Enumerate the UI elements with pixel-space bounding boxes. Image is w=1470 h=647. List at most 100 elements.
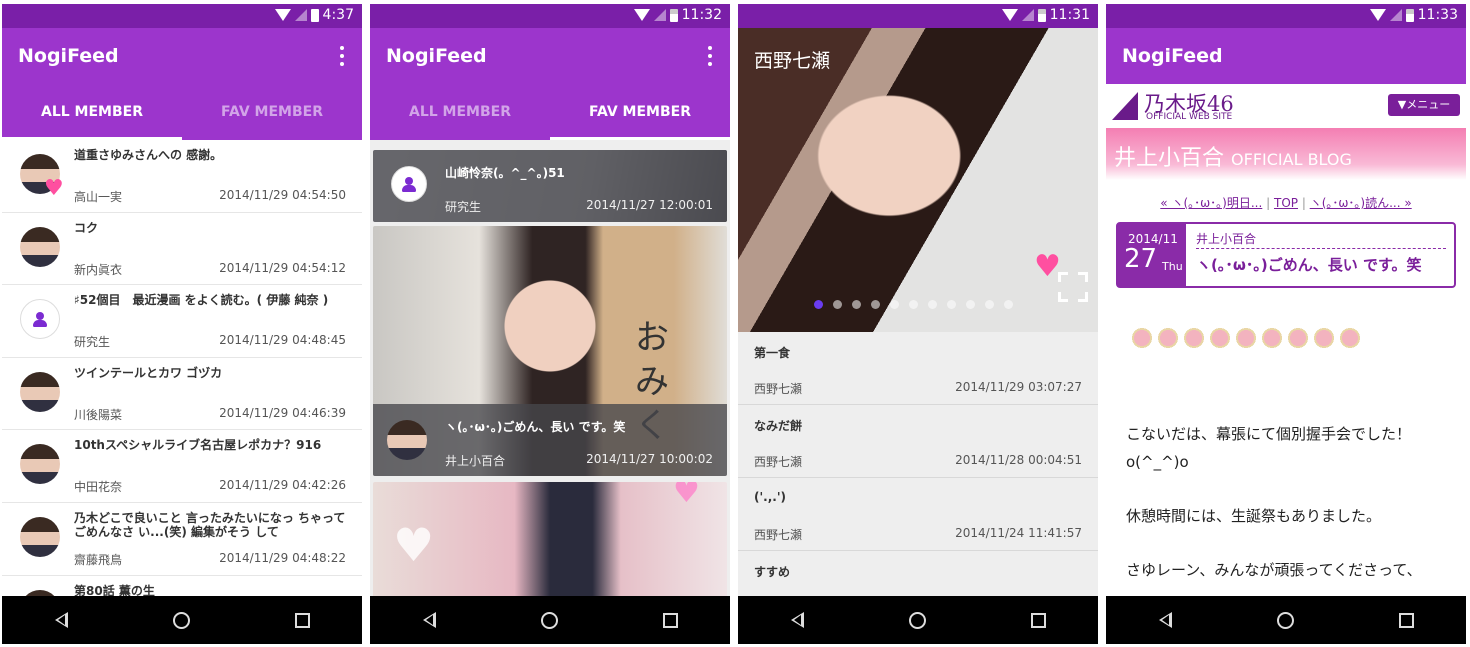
member-photo-pager[interactable]: 西野七瀬 ♥ <box>738 28 1098 332</box>
flower-decoration-image <box>1130 320 1360 356</box>
system-nav-bar <box>2 596 362 644</box>
list-item[interactable]: ('.,.') 西野七瀬 2014/11/24 11:41:57 <box>738 478 1098 551</box>
list-item[interactable]: 乃木どこで良いこと 言ったみたいになっ ちゃって ごめんなさ い...(笑) 編… <box>2 503 362 576</box>
signal-icon <box>294 9 307 21</box>
back-icon[interactable] <box>1158 612 1172 628</box>
member-name: 西野七瀬 <box>754 50 831 72</box>
status-time: 11:33 <box>1417 7 1458 23</box>
avatar <box>20 226 60 267</box>
item-date: 2014/11/29 04:42:26 <box>219 478 346 493</box>
home-icon[interactable] <box>908 611 926 629</box>
site-menu-button[interactable]: ▼メニュー <box>1388 94 1460 116</box>
list-item[interactable]: ツインテールとカワ ゴヅカ 川後陽菜 2014/11/29 04:46:39 <box>2 358 362 431</box>
page-dot[interactable] <box>890 300 899 309</box>
back-icon[interactable] <box>54 612 68 628</box>
person-icon <box>402 177 416 192</box>
overflow-menu-icon[interactable] <box>340 46 344 66</box>
item-title: ('.,.') <box>754 490 786 504</box>
system-nav-bar <box>370 596 730 644</box>
item-title: 第一食 <box>754 346 791 360</box>
page-dot[interactable] <box>947 300 956 309</box>
recents-icon[interactable] <box>1398 612 1414 628</box>
page-dot[interactable] <box>833 300 842 309</box>
item-title: コク <box>74 220 99 235</box>
page-dot[interactable] <box>985 300 994 309</box>
recents-icon[interactable] <box>1030 612 1046 628</box>
recents-icon[interactable] <box>294 612 310 628</box>
item-title: 乃木どこで良いこと 言ったみたいになっ ちゃって ごめんなさ い...(笑) 編… <box>74 510 346 539</box>
tab-all-member[interactable]: ALL MEMBER <box>2 84 182 140</box>
heart-decoration-icon: ♥ <box>673 482 700 510</box>
feed-card[interactable]: 山崎怜奈(。^_^。)51 研究生 2014/11/27 12:00:01 <box>373 150 727 222</box>
top-link[interactable]: TOP <box>1274 196 1298 210</box>
page-dot[interactable] <box>928 300 937 309</box>
wifi-icon <box>274 9 291 21</box>
overflow-menu-icon[interactable] <box>708 46 712 66</box>
fullscreen-icon[interactable] <box>1058 272 1088 302</box>
person-icon <box>33 312 47 328</box>
tab-all-member[interactable]: ALL MEMBER <box>370 84 550 140</box>
page-dot[interactable] <box>1004 300 1013 309</box>
feed-card[interactable]: おみく ヽ(｡･ω･｡)ごめん、長い です。笑 井上小百合 2014/11/27… <box>373 226 727 476</box>
item-date: 2014/11/29 04:48:22 <box>219 550 346 565</box>
next-post-link[interactable]: ヽ(｡･ω･｡)読ん... » <box>1310 196 1412 210</box>
item-title: ツインテールとカワ ゴヅカ <box>74 365 223 380</box>
list-item[interactable]: 10thスペシャルライブ名古屋レポカナ？916 中田花奈 2014/11/29 … <box>2 430 362 503</box>
post-author[interactable]: 井上小百合 <box>1196 230 1256 247</box>
post-text: こないだは、幕張にて個別握手会でした！ <box>1126 425 1412 443</box>
post-title: ヽ(｡･ω･｡)ごめん、長い です。笑 <box>1196 256 1422 274</box>
item-author: 川後陽菜 <box>74 407 123 422</box>
status-bar: 11:32 <box>370 4 730 28</box>
list-item[interactable]: コク 新内眞衣 2014/11/29 04:54:12 <box>2 213 362 286</box>
screen-blog-webview: 11:33 NogiFeed 乃木坂46 OFFICIAL WEB SITE ▼… <box>1106 4 1466 644</box>
blog-suffix: OFFICIAL BLOG <box>1231 150 1352 169</box>
page-dot[interactable] <box>814 300 823 309</box>
card-title: ヽ(｡･ω･｡)ごめん、長い です。笑 <box>445 420 626 434</box>
list-item[interactable]: なみだ餅 西野七瀬 2014/11/28 00:04:51 <box>738 405 1098 478</box>
signal-icon <box>1389 9 1402 21</box>
tab-fav-member[interactable]: FAV MEMBER <box>550 84 730 140</box>
system-nav-bar <box>1106 596 1466 644</box>
blog-owner: 井上小百合 <box>1114 146 1225 171</box>
page-dot[interactable] <box>909 300 918 309</box>
feed-card[interactable]: ♥ ♥ <box>373 482 727 596</box>
favorite-heart-icon[interactable]: ♥ <box>1034 252 1061 282</box>
tab-fav-member[interactable]: FAV MEMBER <box>182 84 362 140</box>
list-item[interactable]: 第一食 西野七瀬 2014/11/29 03:07:27 <box>738 332 1098 405</box>
item-title: すすめ <box>754 565 791 579</box>
app-title: NogiFeed <box>386 45 487 67</box>
home-icon[interactable] <box>172 611 190 629</box>
prev-post-link[interactable]: « ヽ(｡･ω･｡)明日... <box>1160 196 1262 210</box>
card-list: 山崎怜奈(。^_^。)51 研究生 2014/11/27 12:00:01 おみ… <box>370 140 730 596</box>
post-body: こないだは、幕張にて個別握手会でした！ o(^_^)o 休憩時間には、生誕祭もあり… <box>1126 420 1456 596</box>
card-date: 2014/11/27 12:00:01 <box>586 198 713 212</box>
back-icon[interactable] <box>790 612 804 628</box>
item-date: 2014/11/29 04:54:50 <box>219 188 346 202</box>
page-dot[interactable] <box>871 300 880 309</box>
back-icon[interactable] <box>422 612 436 628</box>
status-bar: 4:37 <box>2 4 362 28</box>
item-author: 西野七瀬 <box>754 528 803 542</box>
post-paragraph: こないだは、幕張にて個別握手会でした！ o(^_^)o <box>1126 420 1456 476</box>
blog-webview[interactable]: 乃木坂46 OFFICIAL WEB SITE ▼メニュー 井上小百合 OFFI… <box>1106 84 1466 596</box>
screen-all-member: 4:37 NogiFeed ALL MEMBER FAV MEMBER ♥ 道重… <box>2 4 362 644</box>
status-time: 4:37 <box>322 7 354 23</box>
item-title: 道重さゆみさんへの 感謝。 <box>74 148 223 162</box>
screen-fav-member: 11:32 NogiFeed ALL MEMBER FAV MEMBER 山崎怜… <box>370 4 730 644</box>
list-item[interactable]: ♥ 道重さゆみさんへの 感謝。 高山一実 2014/11/29 04:54:50 <box>2 140 362 213</box>
recents-icon[interactable] <box>662 612 678 628</box>
item-date: 2014/11/29 04:46:39 <box>219 405 346 420</box>
home-icon[interactable] <box>1276 611 1294 629</box>
item-date: 2014/11/24 11:41:57 <box>955 526 1082 540</box>
status-bar: 11:33 <box>1106 4 1466 28</box>
item-author: 新内眞衣 <box>74 262 123 277</box>
list-item[interactable]: 第80話 薫の生 <box>2 576 362 596</box>
page-dot[interactable] <box>966 300 975 309</box>
site-logo-icon <box>1112 92 1138 120</box>
page-dot[interactable] <box>852 300 861 309</box>
status-bar: 11:31 <box>738 4 1098 28</box>
list-item[interactable]: すすめ <box>738 551 1098 596</box>
home-icon[interactable] <box>540 611 558 629</box>
list-item[interactable]: ♯52個目 最近漫画 をよく読む。( 伊藤 純奈 ) 研究生 2014/11/2… <box>2 285 362 358</box>
item-title: なみだ餅 <box>754 419 803 433</box>
